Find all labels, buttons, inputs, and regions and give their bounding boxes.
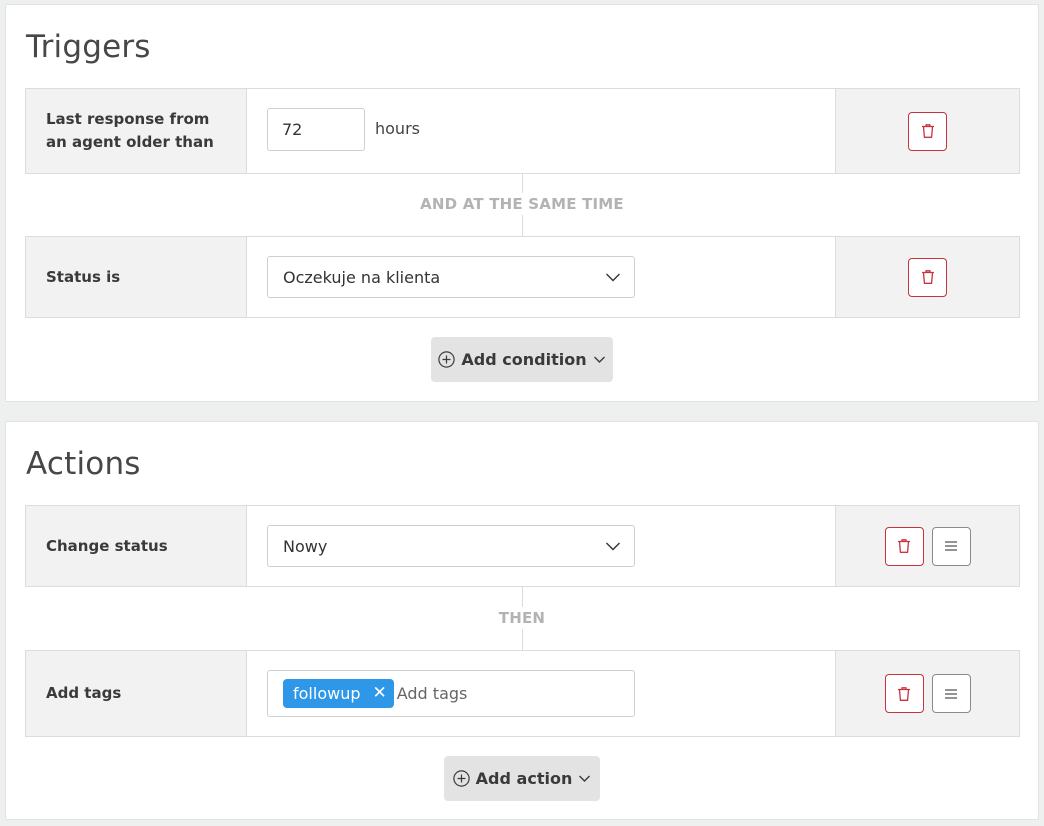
- condition-label: Last response from an agent older than: [26, 89, 247, 173]
- action-label: Add tags: [26, 651, 247, 736]
- reorder-action-button[interactable]: [931, 674, 971, 713]
- trash-icon: [921, 124, 934, 138]
- tags-input[interactable]: [396, 684, 617, 703]
- trash-icon: [898, 539, 910, 553]
- chevron-down-icon: [606, 542, 620, 551]
- status-select[interactable]: Oczekuje na klienta: [267, 256, 635, 298]
- tag-chip-label: followup: [293, 684, 361, 703]
- new-status-select-value: Nowy: [283, 536, 328, 556]
- tag-remove-icon[interactable]: ✕: [372, 685, 386, 702]
- action-controls: [835, 651, 1019, 736]
- triggers-panel: Triggers AND AT THE SAME TIME Last respo…: [5, 4, 1039, 402]
- action-body: Nowy: [247, 506, 835, 586]
- reorder-action-button[interactable]: [931, 526, 971, 566]
- condition-body: Oczekuje na klienta: [247, 237, 835, 317]
- delete-condition-button[interactable]: [908, 257, 947, 297]
- plus-circle-icon: [438, 351, 456, 368]
- add-action-label: Add action: [475, 769, 573, 788]
- connector-then-label: THEN: [492, 607, 552, 629]
- menu-icon: [945, 541, 957, 551]
- status-select-value: Oczekuje na klienta: [283, 267, 441, 287]
- action-row-change-status: Change status Nowy: [25, 505, 1020, 587]
- condition-body: hours: [247, 89, 835, 173]
- triggers-title: Triggers: [26, 29, 151, 65]
- trash-icon: [898, 686, 910, 701]
- delete-condition-button[interactable]: [908, 111, 947, 151]
- add-action-button[interactable]: Add action: [444, 756, 600, 801]
- chevron-down-icon: [606, 273, 620, 282]
- new-status-select[interactable]: Nowy: [267, 525, 635, 567]
- chevron-down-icon: [593, 356, 605, 363]
- connector-and: AND AT THE SAME TIME: [6, 193, 1038, 215]
- hours-unit-label: hours: [375, 119, 420, 138]
- condition-controls: [835, 89, 1019, 173]
- tag-chip: followup ✕: [283, 679, 394, 708]
- condition-row-status: Status is Oczekuje na klienta: [25, 236, 1020, 318]
- actions-panel: Actions THEN Change status Nowy Add tags…: [5, 421, 1039, 820]
- action-body: followup ✕: [247, 651, 835, 736]
- action-label: Change status: [26, 506, 247, 586]
- menu-icon: [945, 688, 957, 699]
- condition-row-last-response: Last response from an agent older than h…: [25, 88, 1020, 174]
- trash-icon: [921, 270, 934, 284]
- action-row-add-tags: Add tags followup ✕: [25, 650, 1020, 737]
- connector-then: THEN: [6, 607, 1038, 629]
- condition-label: Status is: [26, 237, 247, 317]
- condition-controls: [835, 237, 1019, 317]
- plus-circle-icon: [452, 770, 470, 787]
- hours-input[interactable]: [267, 108, 365, 151]
- connector-and-label: AND AT THE SAME TIME: [414, 193, 630, 215]
- delete-action-button[interactable]: [884, 674, 924, 713]
- chevron-down-icon: [579, 775, 591, 782]
- delete-action-button[interactable]: [884, 526, 924, 566]
- add-condition-label: Add condition: [461, 350, 587, 369]
- add-condition-button[interactable]: Add condition: [431, 337, 613, 382]
- tags-field[interactable]: followup ✕: [267, 670, 635, 717]
- action-controls: [835, 506, 1019, 586]
- actions-title: Actions: [26, 446, 141, 482]
